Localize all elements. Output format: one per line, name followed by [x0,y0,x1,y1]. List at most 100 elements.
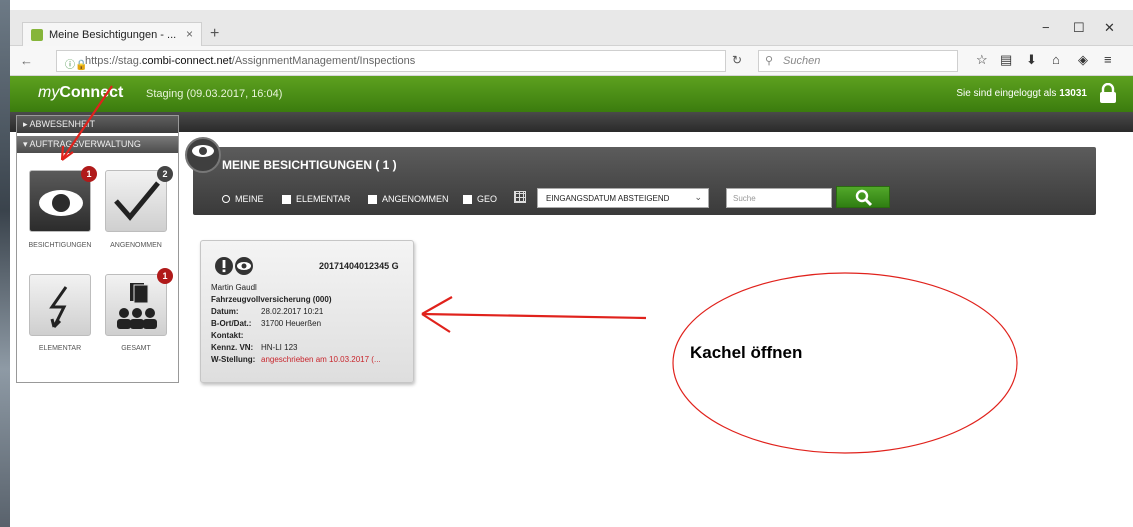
annotation-note: Kachel öffnen [690,343,803,362]
minimize-icon[interactable]: − [1042,20,1050,35]
card-value: 28.02.2017 10:21 [261,307,324,316]
sidebar-section-abwesenheit[interactable]: ▸ ABWESENHEIT [17,116,178,133]
sort-select[interactable]: EINGANGSDATUM ABSTEIGEND ⌄ [537,188,709,208]
card-label: Kontakt: [211,331,244,340]
tile-angenommen[interactable] [105,170,167,232]
card-value: HN-LI 123 [261,343,298,352]
tile-label-angenommen: ANGENOMMEN [110,242,162,249]
section-label: AUFTRAGSVERWALTUNG [29,139,141,149]
new-tab-icon[interactable]: + [210,25,219,43]
filter-label: ANGENOMMEN [382,194,449,204]
filter-meine[interactable]: MEINE [222,194,264,204]
url-host: combi-connect.net [141,55,232,67]
card-label: W-Stellung: [211,355,256,364]
card-datum: Datum: 28.02.2017 10:21 [211,307,323,316]
filter-elementar[interactable]: ELEMENTAR [282,194,350,204]
filter-label: MEINE [235,194,264,204]
close-tab-icon[interactable]: × [186,27,193,41]
download-icon[interactable]: ⬇ [1026,52,1037,68]
favicon-icon [31,28,43,41]
app-header: myConnect Staging (09.03.2017, 16:04) Si… [10,76,1133,112]
tab-title: Meine Besichtigungen - ... [49,28,177,41]
browser-tab[interactable]: Meine Besichtigungen - ... × [22,22,202,46]
login-user: 13031 [1059,88,1087,99]
magnifier-icon [855,189,873,207]
card-product: Fahrzeugvollversicherung (000) [211,295,332,304]
card-value: angeschrieben am 10.03.2017 (... [261,355,381,364]
login-text: Sie sind eingeloggt als [956,88,1057,99]
site-info-icon[interactable]: ⓘ🔒 [65,56,87,71]
browser-tabbar: Meine Besichtigungen - ... × + − ☐ ✕ [10,10,1133,46]
browser-search-input[interactable]: ⚲ Suchen [758,50,958,72]
lightning-icon [49,286,68,329]
filter-label: ELEMENTAR [296,194,351,204]
back-icon[interactable]: ← [20,53,33,68]
badge-angenommen: 2 [157,166,173,182]
badge-besichtigungen: 1 [81,166,97,182]
group-icon [117,283,157,329]
eye-icon [235,257,253,275]
sort-value: EINGANGSDATUM ABSTEIGEND [546,194,670,203]
menu-icon[interactable]: ≡ [1104,52,1112,67]
reload-icon[interactable]: ↻ [732,53,742,67]
tile-label-elementar: ELEMENTAR [38,345,82,352]
close-window-icon[interactable]: ✕ [1104,20,1115,36]
card-label: B-Ort/Dat.: [211,319,252,328]
card-label: Kennz. VN: [211,343,254,352]
annotation-ellipse [672,272,1018,454]
card-label: Datum: [211,307,239,316]
tile-gesamt[interactable] [105,274,167,336]
app-logo[interactable]: myConnect [38,84,123,102]
panel-search-placeholder: Suche [733,194,756,203]
chevron-down-icon: ⌄ [694,192,702,202]
card-kontakt: Kontakt: [211,331,261,340]
card-id: 20171404012345 G [319,261,399,271]
checkbox-icon [368,194,377,204]
tile-besichtigungen[interactable] [29,170,91,232]
logo-prefix: my [38,84,60,101]
environment-label: Staging (09.03.2017, 16:04) [146,88,283,100]
card-kennz: Kennz. VN: HN-LI 123 [211,343,297,352]
checkbox-icon [282,194,291,204]
sidebar-section-auftragsverwaltung[interactable]: ▾ AUFTRAGSVERWALTUNG [17,136,178,153]
search-icon: ⚲ [765,55,774,67]
panel-title: MEINE BESICHTIGUNGEN ( 1 ) [222,158,397,172]
filter-geo[interactable]: GEO [463,194,497,204]
browser-search-placeholder: Suchen [783,55,821,67]
radio-icon [222,195,230,203]
bookmark-star-icon[interactable]: ☆ [976,52,988,68]
panel-search-input[interactable]: Suche [726,188,832,208]
annotation-arrow-card [421,312,647,320]
inspection-card[interactable]: 20171404012345 G Martin Gaudl Fahrzeugvo… [200,240,414,383]
checkmark-icon [114,181,160,221]
section-label: ABWESENHEIT [29,119,96,129]
card-w-stellung: W-Stellung: angeschrieben am 10.03.2017 (… [211,355,381,364]
panel-eye-icon [185,137,221,173]
alert-icon [215,257,233,275]
maximize-icon[interactable]: ☐ [1073,20,1085,36]
screenshot-frame: Meine Besichtigungen - ... × + − ☐ ✕ ← ⓘ… [0,0,1133,527]
filter-angenommen[interactable]: ANGENOMMEN [368,194,449,204]
url-prefix: https://stag. [85,55,142,67]
home-icon[interactable]: ⌂ [1052,52,1060,67]
eye-icon [39,190,83,216]
desktop-edge [0,0,10,527]
reading-list-icon[interactable]: ▤ [1000,52,1012,68]
pocket-icon[interactable]: ◈ [1078,52,1088,68]
logout-lock-icon[interactable] [1099,83,1117,103]
sidebar: ▸ ABWESENHEIT ▾ AUFTRAGSVERWALTUNG 1 BES… [16,115,179,383]
url-path: /AssignmentManagement/Inspections [231,55,416,67]
card-ort: B-Ort/Dat.: 31700 Heuerßen [211,319,321,328]
badge-gesamt: 1 [157,268,173,284]
login-status: Sie sind eingeloggt als 13031 [956,88,1087,99]
checkbox-icon [463,194,472,204]
card-name: Martin Gaudl [211,283,257,292]
browser-navbar: ← ⓘ🔒 https://stag.combi-connect.net/Assi… [10,46,1133,76]
address-bar[interactable]: ⓘ🔒 https://stag.combi-connect.net/Assign… [56,50,726,72]
card-value: 31700 Heuerßen [261,319,322,328]
search-button[interactable] [836,186,890,208]
tile-elementar[interactable] [29,274,91,336]
tile-label-gesamt: GESAMT [121,345,151,352]
grid-view-icon[interactable] [514,191,526,203]
logo-name: Connect [59,84,124,101]
